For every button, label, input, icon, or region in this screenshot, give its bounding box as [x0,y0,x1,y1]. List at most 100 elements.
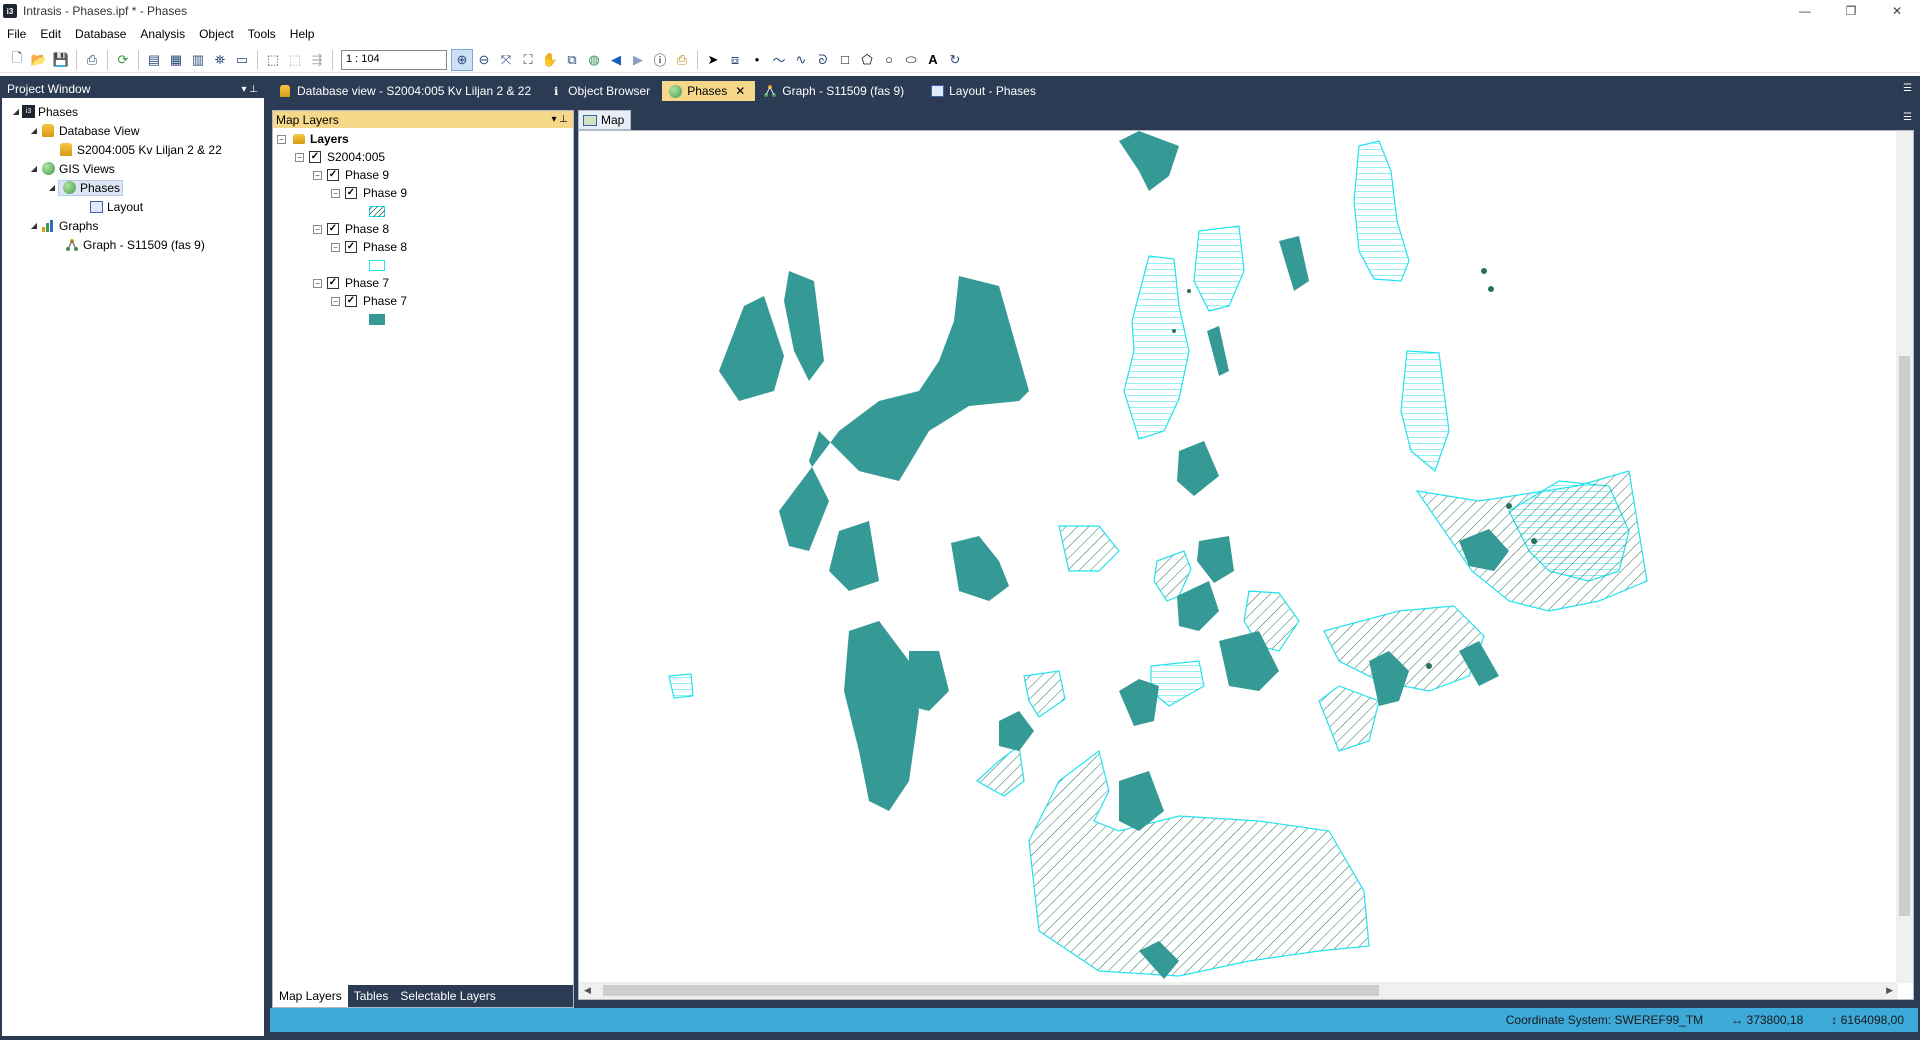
tab-map[interactable]: Map [578,110,632,130]
collapse-icon[interactable]: − [313,224,322,234]
tree-item-layout[interactable]: Layout [2,197,264,216]
export-icon[interactable]: ▭ [231,49,253,71]
open-folder-icon[interactable]: 📂 [28,49,50,71]
layer-group-phase8[interactable]: − ✓ Phase 8 [273,220,573,238]
identify-shapes-icon[interactable]: ⧈ [724,49,746,71]
tree-item-database-view[interactable]: ◢ Database View [2,121,264,140]
menu-database[interactable]: Database [68,27,133,41]
layer-group-phase7[interactable]: − ✓ Phase 7 [273,274,573,292]
menu-object[interactable]: Object [192,27,241,41]
scroll-left-icon[interactable]: ◀ [584,985,591,996]
tree-item-gis-views[interactable]: ◢ GIS Views [2,159,264,178]
layer-group-s2004[interactable]: − ✓ S2004:005 [273,148,573,166]
tree-item-database[interactable]: S2004:005 Kv Liljan 2 & 22 [2,140,264,159]
tree-item-phases-view[interactable]: ◢ Phases [2,178,264,197]
select-features-icon[interactable]: ⬚ [262,49,284,71]
collapse-icon[interactable]: − [313,170,322,180]
collapse-icon[interactable]: ◢ [10,107,22,116]
collapse-icon[interactable]: ◢ [28,164,40,173]
map-canvas[interactable]: ◀ ▶ [578,130,1914,1000]
pan-hand-icon[interactable]: ✋ [539,49,561,71]
layer-phase8[interactable]: − ✓ Phase 8 [273,238,573,256]
tab-layout[interactable]: Layout - Phases [924,81,1046,101]
globe-icon[interactable]: ◍ [583,49,605,71]
layer-checkbox[interactable]: ✓ [327,169,339,181]
layer-root[interactable]: − Layers [273,130,573,148]
menu-file[interactable]: File [0,27,33,41]
close-tab-icon[interactable]: ✕ [735,84,745,98]
collapse-icon[interactable]: − [313,278,322,288]
back-arrow-icon[interactable]: ◀ [605,49,627,71]
collapse-icon[interactable]: − [331,296,340,306]
tab-map-layers[interactable]: Map Layers [273,985,348,1007]
menu-help[interactable]: Help [283,27,322,41]
zoom-out-icon[interactable]: ⊖ [473,49,495,71]
collapse-icon[interactable]: − [331,242,340,252]
zoom-in-icon[interactable]: ⊕ [451,48,473,71]
forward-arrow-icon[interactable]: ▶ [627,49,649,71]
vertical-scroll-thumb[interactable] [1899,356,1910,916]
save-icon[interactable]: 💾 [50,49,72,71]
collapse-icon[interactable]: ◢ [28,221,40,230]
menu-tools[interactable]: Tools [241,27,283,41]
tab-phases[interactable]: Phases ✕ [662,81,756,101]
layer-properties-icon[interactable]: ▥ [187,49,209,71]
layer-group-phase9[interactable]: − ✓ Phase 9 [273,166,573,184]
collapse-icon[interactable]: ◢ [28,126,40,135]
polygon-icon[interactable]: ⬠ [856,49,878,71]
menu-analysis[interactable]: Analysis [133,27,192,41]
collapse-icon[interactable]: − [277,134,286,144]
info-icon[interactable]: ⓘ [649,49,671,71]
tab-tables[interactable]: Tables [348,985,395,1007]
layer-phase7[interactable]: − ✓ Phase 7 [273,292,573,310]
tree-item-graphs[interactable]: ◢ Graphs [2,216,264,235]
binoculars-icon[interactable]: ⛯ [209,49,231,71]
layer-checkbox[interactable]: ✓ [327,277,339,289]
text-icon[interactable]: A [922,49,944,71]
zoom-selection-icon[interactable]: ⇶ [306,49,328,71]
curve-icon[interactable]: ᘐ [812,49,834,71]
table-icon[interactable]: ▦ [165,49,187,71]
polyline-icon[interactable]: 〜 [768,49,790,71]
refresh-icon[interactable]: ⟳ [112,49,134,71]
close-button[interactable]: ✕ [1874,0,1920,22]
vertical-scrollbar[interactable] [1896,131,1913,983]
point-icon[interactable]: • [746,49,768,71]
horizontal-scrollbar[interactable]: ◀ ▶ [579,982,1898,999]
restore-button[interactable]: ❐ [1828,0,1874,22]
full-extent-icon[interactable]: ⤧ [495,49,517,71]
tab-list-icon[interactable]: ☰ [1903,83,1912,94]
layer-checkbox[interactable]: ✓ [309,151,321,163]
collapse-icon[interactable]: ◢ [46,183,58,192]
pin-icon[interactable]: ▾ ⊥ [241,84,258,95]
menu-edit[interactable]: Edit [33,27,68,41]
tree-item-phases-root[interactable]: ◢ i3 Phases [2,102,264,121]
add-layer-icon[interactable]: ▤ [143,49,165,71]
tab-graph[interactable]: Graph - S11509 (fas 9) [757,81,914,101]
rotate-icon[interactable]: ↻ [944,49,966,71]
scale-input[interactable]: 1 : 104 [341,49,447,70]
rectangle-icon[interactable]: □ [834,49,856,71]
selected-item[interactable]: Phases [58,179,124,196]
collapse-icon[interactable]: − [295,152,304,162]
freehand-icon[interactable]: ∿ [790,49,812,71]
tab-database-view[interactable]: Database view - S2004:005 Kv Liljan 2 & … [272,81,541,101]
tab-selectable-layers[interactable]: Selectable Layers [394,985,501,1007]
layer-checkbox[interactable]: ✓ [345,295,357,307]
layer-checkbox[interactable]: ✓ [327,223,339,235]
zoom-extent-icon[interactable]: ⛶ [517,49,539,71]
collapse-icon[interactable]: − [331,188,340,198]
zoom-window-icon[interactable]: ⧉ [561,49,583,71]
map-drawing[interactable] [579,131,1898,983]
print-icon[interactable]: ⎙ [81,49,103,71]
pin-icon[interactable]: ▾ ⊥ [551,114,568,125]
scroll-right-icon[interactable]: ▶ [1886,985,1893,996]
layer-checkbox[interactable]: ✓ [345,187,357,199]
pointer-icon[interactable]: ➤ [702,49,724,71]
new-icon[interactable]: 🗋 [6,49,28,71]
tree-item-graph[interactable]: Graph - S11509 (fas 9) [2,235,264,254]
circle-icon[interactable]: ○ [878,49,900,71]
layer-checkbox[interactable]: ✓ [345,241,357,253]
minimize-button[interactable]: — [1782,0,1828,22]
tab-object-browser[interactable]: ℹ Object Browser [543,81,660,101]
